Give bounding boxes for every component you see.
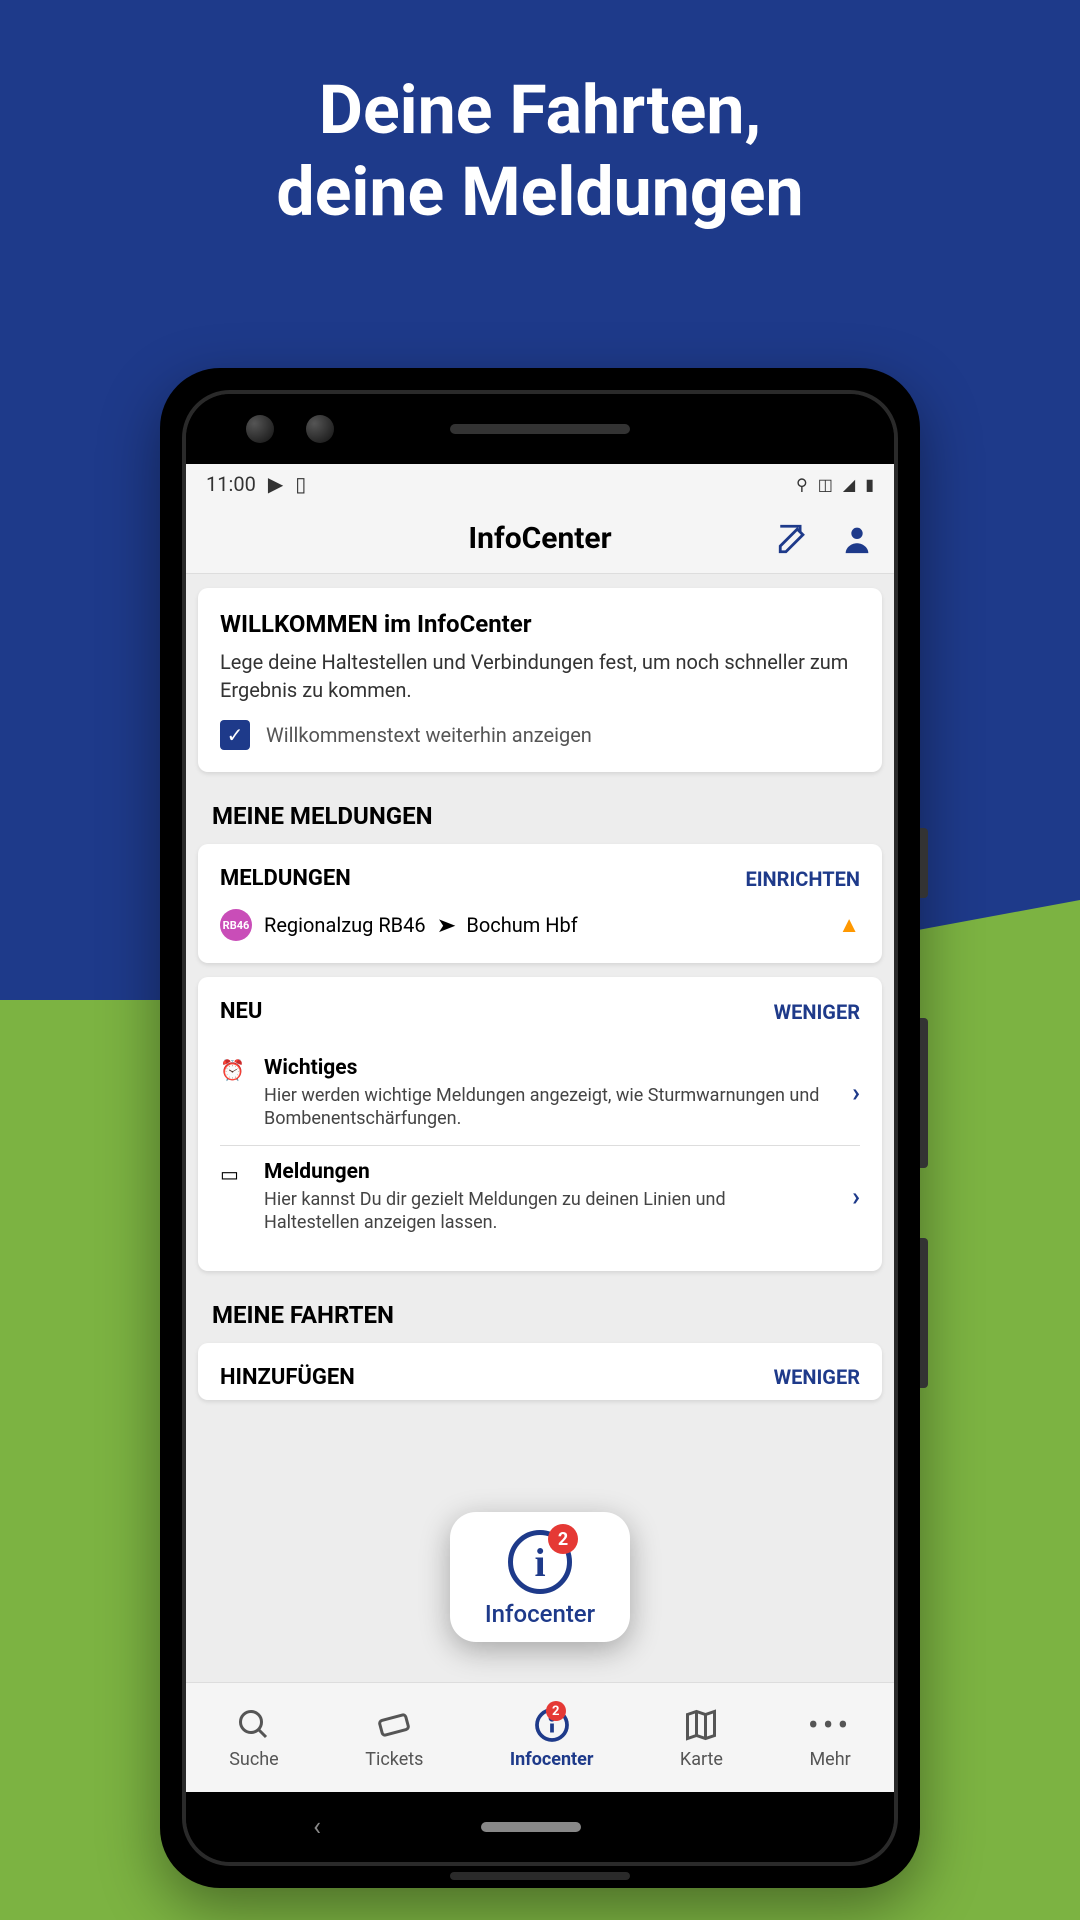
phone-bottom-speaker bbox=[450, 1872, 630, 1880]
badge: 2 bbox=[548, 1524, 578, 1554]
camera-icon bbox=[246, 415, 274, 443]
status-time: 11:00 bbox=[206, 472, 256, 496]
line-badge: RB46 bbox=[220, 909, 252, 941]
battery-icon: ▮ bbox=[865, 475, 874, 494]
device-icon: ▯ bbox=[295, 472, 306, 496]
youtube-icon: ▶ bbox=[268, 472, 283, 496]
bottom-nav: Suche Tickets 2 Infocenter bbox=[186, 1682, 894, 1792]
welcome-title: WILLKOMMEN im InfoCenter bbox=[220, 610, 860, 638]
hinzufuegen-title: HINZUFÜGEN bbox=[220, 1365, 355, 1390]
nav-label: Tickets bbox=[365, 1749, 423, 1770]
meldungen-title: MELDUNGEN bbox=[220, 866, 351, 891]
nav-label: Mehr bbox=[809, 1749, 850, 1770]
phone-frame: 11:00 ▶ ▯ ⚲ ◫ ◢ ▮ InfoCenter bbox=[160, 368, 920, 1888]
nav-label: Suche bbox=[229, 1749, 279, 1770]
hero-title: Deine Fahrten, deine Meldungen bbox=[0, 70, 1080, 233]
section-meine-fahrten: MEINE FAHRTEN bbox=[212, 1301, 882, 1329]
map-icon bbox=[681, 1705, 721, 1745]
search-icon bbox=[234, 1705, 274, 1745]
phone-top-hardware bbox=[186, 394, 894, 464]
nav-mehr[interactable]: ••• Mehr bbox=[809, 1705, 850, 1770]
badge: 2 bbox=[546, 1701, 566, 1721]
meldungen-card: MELDUNGEN EINRICHTEN RB46 Regionalzug RB… bbox=[198, 844, 882, 963]
news-desc: Hier werden wichtige Meldungen angezeigt… bbox=[264, 1084, 820, 1131]
page-title: InfoCenter bbox=[468, 521, 611, 556]
nav-suche[interactable]: Suche bbox=[229, 1705, 279, 1770]
weniger-button-2[interactable]: WENIGER bbox=[774, 1365, 860, 1389]
section-meine-meldungen: MEINE MELDUNGEN bbox=[212, 802, 882, 830]
welcome-card: WILLKOMMEN im InfoCenter Lege deine Halt… bbox=[198, 588, 882, 772]
wifi-icon: ◢ bbox=[843, 475, 855, 494]
floating-label: Infocenter bbox=[485, 1600, 595, 1628]
nav-label: Infocenter bbox=[510, 1749, 594, 1770]
back-icon[interactable]: ‹ bbox=[313, 1812, 321, 1842]
route-row[interactable]: RB46 Regionalzug RB46 ➤ Bochum Hbf ▲ bbox=[220, 909, 860, 941]
arrow-right-icon: ➤ bbox=[436, 913, 456, 937]
news-title: Wichtiges bbox=[264, 1056, 820, 1080]
location-icon: ⚲ bbox=[796, 475, 808, 494]
weniger-button[interactable]: WENIGER bbox=[774, 1000, 860, 1024]
chevron-right-icon: › bbox=[852, 1182, 860, 1212]
nav-karte[interactable]: Karte bbox=[680, 1705, 723, 1770]
more-icon: ••• bbox=[810, 1705, 850, 1745]
phone-inner-frame: 11:00 ▶ ▯ ⚲ ◫ ◢ ▮ InfoCenter bbox=[182, 390, 898, 1866]
news-title: Meldungen bbox=[264, 1160, 820, 1184]
welcome-checkbox-row[interactable]: ✓ Willkommenstext weiterhin anzeigen bbox=[220, 720, 860, 750]
hinzufuegen-card: HINZUFÜGEN WENIGER bbox=[198, 1343, 882, 1400]
profile-icon[interactable] bbox=[840, 522, 874, 556]
edit-icon[interactable] bbox=[776, 522, 810, 556]
einrichten-button[interactable]: EINRICHTEN bbox=[745, 867, 860, 891]
phone-side-button bbox=[920, 828, 928, 898]
alarm-icon: ⏰ bbox=[220, 1056, 248, 1131]
phone-volume-up bbox=[920, 1018, 928, 1168]
hero-line1: Deine Fahrten, bbox=[0, 70, 1080, 152]
home-pill[interactable] bbox=[481, 1822, 581, 1832]
phone-volume-down bbox=[920, 1238, 928, 1388]
news-desc: Hier kannst Du dir gezielt Meldungen zu … bbox=[264, 1188, 820, 1235]
chevron-right-icon: › bbox=[852, 1078, 860, 1108]
floating-infocenter-card[interactable]: i 2 Infocenter bbox=[450, 1512, 630, 1642]
newspaper-icon: ▭ bbox=[220, 1160, 248, 1235]
checkbox-checked-icon[interactable]: ✓ bbox=[220, 720, 250, 750]
phone-nav-bar: ‹ bbox=[186, 1792, 894, 1862]
camera-icon bbox=[306, 415, 334, 443]
nav-label: Karte bbox=[680, 1749, 723, 1770]
app-header: InfoCenter bbox=[186, 504, 894, 574]
line-name: Regionalzug RB46 bbox=[264, 913, 426, 937]
destination: Bochum Hbf bbox=[466, 913, 577, 937]
news-item-wichtiges[interactable]: ⏰ Wichtiges Hier werden wichtige Meldung… bbox=[220, 1042, 860, 1145]
checkbox-label: Willkommenstext weiterhin anzeigen bbox=[266, 723, 592, 747]
earpiece-speaker bbox=[450, 424, 630, 434]
neu-card: NEU WENIGER ⏰ Wichtiges Hier werden wich… bbox=[198, 977, 882, 1271]
info-icon: 2 bbox=[532, 1705, 572, 1745]
news-item-meldungen[interactable]: ▭ Meldungen Hier kannst Du dir gezielt M… bbox=[220, 1145, 860, 1249]
warning-icon: ▲ bbox=[838, 912, 860, 938]
ticket-icon bbox=[374, 1705, 414, 1745]
welcome-text: Lege deine Haltestellen und Verbindungen… bbox=[220, 648, 860, 704]
neu-title: NEU bbox=[220, 999, 262, 1024]
status-bar: 11:00 ▶ ▯ ⚲ ◫ ◢ ▮ bbox=[186, 464, 894, 504]
hero-line2: deine Meldungen bbox=[0, 152, 1080, 234]
nav-tickets[interactable]: Tickets bbox=[365, 1705, 423, 1770]
vibrate-icon: ◫ bbox=[818, 475, 833, 494]
nav-infocenter[interactable]: 2 Infocenter bbox=[510, 1705, 594, 1770]
